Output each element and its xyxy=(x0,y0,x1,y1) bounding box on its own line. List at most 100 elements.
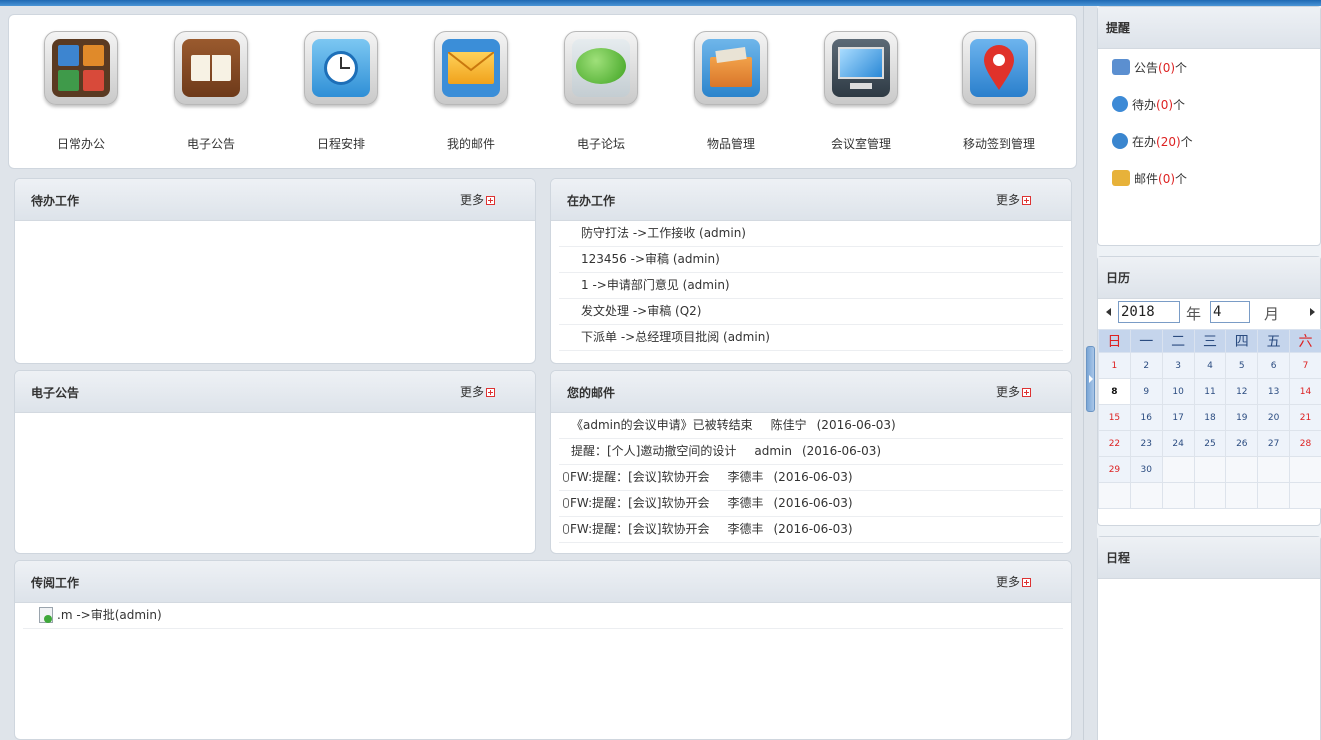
reminder-name: 公告 xyxy=(1134,61,1159,75)
mail-row[interactable]: FW:提醒：[会议]软协开会 李德丰 (2016-06-03) xyxy=(559,517,1063,543)
reminder-item-notice[interactable]: 公告(0)个 xyxy=(1112,59,1320,96)
calendar-day[interactable]: 22 xyxy=(1098,430,1131,457)
calendar-day[interactable]: 16 xyxy=(1129,404,1163,431)
app-label: 电子公告 xyxy=(186,137,235,151)
app-my-mail[interactable]: 我的邮件 xyxy=(411,31,531,156)
mail-row[interactable]: 提醒：[个人]邀动撤空间的设计 admin (2016-06-03) xyxy=(559,439,1063,465)
calendar-empty-cell xyxy=(1098,482,1131,509)
calendar-day[interactable]: 11 xyxy=(1193,378,1227,405)
list-item[interactable]: 防守打法 ->工作接收 (admin) xyxy=(559,221,1063,247)
mail-row[interactable]: FW:提醒：[会议]软协开会 李德丰 (2016-06-03) xyxy=(559,491,1063,517)
reminder-item-inprogress[interactable]: 在办(20)个 xyxy=(1112,133,1320,170)
calendar-day[interactable]: 28 xyxy=(1289,430,1321,457)
app-meeting-room[interactable]: 会议室管理 xyxy=(801,31,921,156)
app-label: 日程安排 xyxy=(316,137,365,151)
box-icon xyxy=(694,31,768,105)
calendar-day[interactable]: 4 xyxy=(1193,352,1227,379)
calendar-day[interactable]: 20 xyxy=(1257,404,1291,431)
calendar-week xyxy=(1098,482,1321,509)
weekday-header: 一 xyxy=(1129,329,1163,353)
reminder-name: 邮件 xyxy=(1134,172,1159,186)
app-schedule[interactable]: 日程安排 xyxy=(281,31,401,156)
calendar-empty-cell xyxy=(1193,456,1227,483)
more-link[interactable]: 更多 xyxy=(996,573,1031,590)
inprogress-panel: 在办工作 更多 防守打法 ->工作接收 (admin) 123456 ->审稿 … xyxy=(550,178,1072,364)
calendar-day[interactable]: 3 xyxy=(1161,352,1195,379)
calendar-day[interactable]: 26 xyxy=(1225,430,1259,457)
list-item[interactable]: 123456 ->审稿 (admin) xyxy=(559,247,1063,273)
mail-row[interactable]: 《admin的会议申请》已被转结束 陈佳宁 (2016-06-03) xyxy=(559,413,1063,439)
panel-header: 电子公告 更多 xyxy=(15,371,535,413)
reminder-count: (20) xyxy=(1156,135,1181,149)
calendar-day[interactable]: 21 xyxy=(1289,404,1321,431)
calendar-day[interactable]: 24 xyxy=(1161,430,1195,457)
next-month-icon[interactable] xyxy=(1310,308,1315,316)
app-items[interactable]: 物品管理 xyxy=(671,31,791,156)
calendar-day[interactable]: 10 xyxy=(1161,378,1195,405)
calendar-day[interactable]: 9 xyxy=(1129,378,1163,405)
year-input[interactable] xyxy=(1118,301,1180,323)
calendar-day[interactable]: 23 xyxy=(1129,430,1163,457)
plus-icon xyxy=(486,196,495,205)
reminder-unit: 个 xyxy=(1175,61,1188,75)
calendar-day[interactable]: 2 xyxy=(1129,352,1163,379)
mail-date: (2016-06-03) xyxy=(773,522,853,536)
mail-row[interactable]: FW:提醒：[会议]软协开会 李德丰 (2016-06-03) xyxy=(559,465,1063,491)
app-notice[interactable]: 电子公告 xyxy=(151,31,271,156)
notice-panel: 电子公告 更多 xyxy=(14,370,536,554)
calendar-week: 8 9 10 11 12 13 14 xyxy=(1098,378,1321,405)
calendar-day[interactable]: 15 xyxy=(1098,404,1131,431)
list-item[interactable]: 下派单 ->总经理项目批阅 (admin) xyxy=(559,325,1063,351)
calendar-day[interactable]: 14 xyxy=(1289,378,1321,405)
weekday-header: 六 xyxy=(1289,329,1321,353)
app-label: 物品管理 xyxy=(706,137,755,151)
collapse-sidebar-handle[interactable] xyxy=(1086,346,1095,412)
mail-date: (2016-06-03) xyxy=(816,418,896,432)
panel-title: 在办工作 xyxy=(567,194,616,208)
calendar-day[interactable]: 8 xyxy=(1098,378,1131,405)
calendar-day[interactable]: 27 xyxy=(1257,430,1291,457)
app-daily-office[interactable]: 日常办公 xyxy=(21,31,141,156)
more-label: 更多 xyxy=(459,193,484,207)
calendar-empty-cell xyxy=(1129,482,1163,509)
weekday-header: 日 xyxy=(1098,329,1131,353)
reminder-count: (0) xyxy=(1156,98,1174,112)
calendar-empty-cell xyxy=(1193,482,1227,509)
calendar-day[interactable]: 29 xyxy=(1098,456,1131,483)
prev-month-icon[interactable] xyxy=(1106,308,1111,316)
app-label: 会议室管理 xyxy=(830,137,891,151)
calendar-day[interactable]: 17 xyxy=(1161,404,1195,431)
calendar-day[interactable]: 13 xyxy=(1257,378,1291,405)
document-icon xyxy=(39,607,53,623)
more-link[interactable]: 更多 xyxy=(460,191,495,208)
mail-date: (2016-06-03) xyxy=(801,444,882,458)
reminder-item-todo[interactable]: 待办(0)个 xyxy=(1112,96,1320,133)
calendar-week: 22 23 24 25 26 27 28 xyxy=(1098,430,1321,457)
more-link[interactable]: 更多 xyxy=(996,383,1031,400)
more-link[interactable]: 更多 xyxy=(460,383,495,400)
calendar-day[interactable]: 1 xyxy=(1098,352,1131,379)
panel-title: 待办工作 xyxy=(31,194,80,208)
plus-icon xyxy=(1022,578,1031,587)
calendar-day[interactable]: 5 xyxy=(1225,352,1259,379)
list-item[interactable]: 发文处理 ->审稿 (Q2) xyxy=(559,299,1063,325)
more-label: 更多 xyxy=(995,575,1020,589)
schedule-box: 日程 xyxy=(1097,536,1321,740)
app-forum[interactable]: 电子论坛 xyxy=(541,31,661,156)
reminder-item-mail[interactable]: 邮件(0)个 xyxy=(1112,170,1320,207)
calendar-day[interactable]: 19 xyxy=(1225,404,1259,431)
calendar-day[interactable]: 6 xyxy=(1257,352,1291,379)
app-mobile-checkin[interactable]: 移动签到管理 xyxy=(939,31,1059,156)
mail-date: (2016-06-03) xyxy=(773,470,853,484)
calendar-day[interactable]: 30 xyxy=(1129,456,1163,483)
sidebar-splitter xyxy=(1083,6,1097,740)
month-input[interactable] xyxy=(1210,301,1250,323)
list-item[interactable]: 1 ->申请部门意见 (admin) xyxy=(559,273,1063,299)
calendar-day[interactable]: 25 xyxy=(1193,430,1227,457)
list-item[interactable]: .m ->审批(admin) xyxy=(23,603,1063,629)
mail-date: (2016-06-03) xyxy=(773,496,853,510)
calendar-day[interactable]: 12 xyxy=(1225,378,1259,405)
more-link[interactable]: 更多 xyxy=(996,191,1031,208)
calendar-day[interactable]: 18 xyxy=(1193,404,1227,431)
calendar-day[interactable]: 7 xyxy=(1289,352,1321,379)
